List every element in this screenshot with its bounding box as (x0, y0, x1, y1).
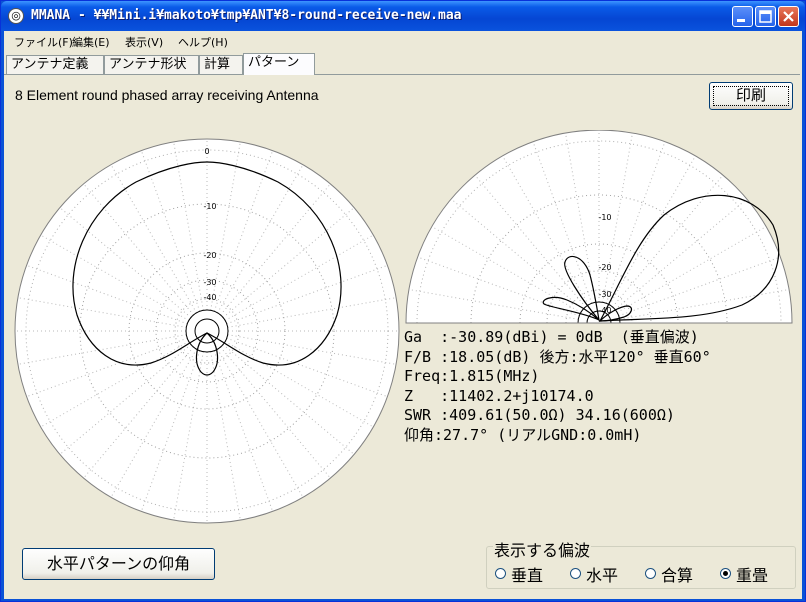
vertical-pattern-plot: -10 -20 -30 -40 (405, 130, 793, 324)
frequency-readout: Freq:1.815(MHz) (404, 367, 540, 385)
tab-pattern[interactable]: パターン (243, 53, 315, 75)
radio-button[interactable] (570, 568, 581, 579)
tab-bar: アンテナ定義 アンテナ形状 計算 パターン (4, 53, 802, 75)
tab-antenna-shape[interactable]: アンテナ形状 (104, 55, 199, 74)
radio-label: 水平 (586, 566, 619, 585)
maximize-button[interactable] (755, 6, 776, 27)
ring-label-10: -10 (598, 213, 611, 222)
ring-label-0: 0 (204, 147, 209, 156)
polarization-group-title: 表示する偏波 (493, 537, 592, 561)
maximize-icon (759, 10, 772, 23)
minimize-icon (737, 19, 745, 22)
menu-view[interactable]: 表示(V) (125, 34, 163, 50)
radio-label: 重畳 (736, 566, 769, 585)
ring-label-20: -20 (598, 263, 611, 272)
ring-label-20: -20 (203, 251, 216, 260)
radio-horizontal[interactable]: 水平 (570, 562, 618, 586)
polarization-group: 表示する偏波 垂直 水平 合算 重畳 (486, 537, 796, 589)
radio-button[interactable] (495, 568, 506, 579)
horizontal-pattern-elevation-button[interactable]: 水平パターンの仰角 (22, 548, 215, 580)
radio-combined[interactable]: 合算 (645, 562, 693, 586)
tab-calculation[interactable]: 計算 (199, 55, 243, 74)
radio-overlay[interactable]: 重畳 (720, 562, 768, 586)
mmana-app-icon[interactable]: ◎ (8, 8, 24, 24)
pattern-panel: 8 Element round phased array receiving A… (4, 74, 800, 599)
plot-background (14, 138, 400, 524)
front-back-readout: F/B :18.05(dB) 後方:水平120° 垂直60° (404, 347, 711, 366)
client-area: ファイル(F) 編集(E) 表示(V) ヘルプ(H) アンテナ定義 アンテナ形状… (4, 31, 802, 599)
ring-label-30: -30 (203, 278, 216, 287)
minimize-button[interactable] (732, 6, 753, 27)
elevation-readout: 仰角:27.7° (リアルGND:0.0mH) (404, 425, 642, 444)
radio-button[interactable] (645, 568, 656, 579)
menu-file[interactable]: ファイル(F) (14, 34, 73, 50)
menu-edit[interactable]: 編集(E) (72, 34, 110, 50)
menu-help[interactable]: ヘルプ(H) (178, 34, 228, 50)
close-button[interactable] (778, 6, 799, 27)
swr-readout: SWR :409.61(50.0Ω) 34.16(600Ω) (404, 406, 675, 424)
ring-label-40: -40 (203, 293, 216, 302)
impedance-readout: Z :11402.2+j10174.0 (404, 386, 594, 405)
results-panel: Ga :-30.89(dBi) = 0dB (垂直偏波) F/B :18.05(d… (404, 328, 711, 445)
horizontal-pattern-plot: 0 -10 -20 -30 -40 (14, 138, 400, 524)
radio-vertical[interactable]: 垂直 (495, 562, 543, 586)
title-bar[interactable]: ◎ MMANA - ¥¥Mini.i¥makoto¥tmp¥ANT¥8-roun… (1, 1, 805, 31)
app-window: ◎ MMANA - ¥¥Mini.i¥makoto¥tmp¥ANT¥8-roun… (0, 0, 806, 602)
window-title: MMANA - ¥¥Mini.i¥makoto¥tmp¥ANT¥8-round-… (31, 8, 462, 23)
gain-readout: Ga :-30.89(dBi) = 0dB (垂直偏波) (404, 328, 699, 346)
print-button[interactable]: 印刷 (709, 82, 793, 110)
antenna-title: 8 Element round phased array receiving A… (15, 87, 319, 103)
tab-antenna-definition[interactable]: アンテナ定義 (6, 55, 104, 74)
radio-label: 合算 (661, 566, 694, 585)
menu-bar: ファイル(F) 編集(E) 表示(V) ヘルプ(H) (4, 31, 802, 51)
radio-button[interactable] (720, 568, 731, 579)
radio-label: 垂直 (511, 566, 544, 585)
close-icon (783, 11, 794, 22)
ring-label-10: -10 (203, 202, 216, 211)
ring-label-30: -30 (598, 290, 611, 299)
